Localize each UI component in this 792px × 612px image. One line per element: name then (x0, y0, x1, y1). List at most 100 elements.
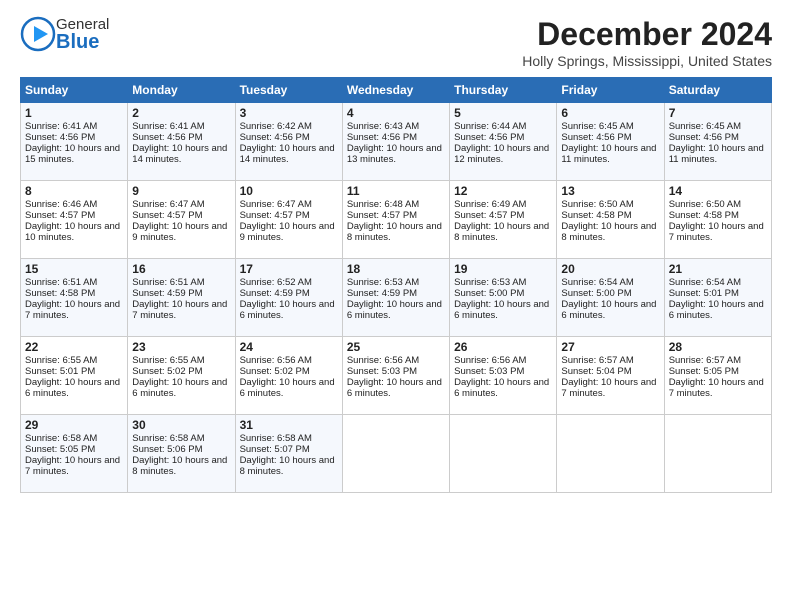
header: General Blue December 2024 Holly Springs… (20, 16, 772, 69)
logo-blue-text: Blue (56, 32, 109, 52)
col-friday: Friday (557, 78, 664, 103)
calendar-cell: 12Sunrise: 6:49 AMSunset: 4:57 PMDayligh… (450, 181, 557, 259)
calendar-cell: 23Sunrise: 6:55 AMSunset: 5:02 PMDayligh… (128, 337, 235, 415)
sunset: Sunset: 4:56 PM (454, 132, 524, 143)
sunrise: Sunrise: 6:47 AM (240, 199, 312, 210)
day-number: 28 (669, 340, 767, 354)
daylight: Daylight: 10 hours and 6 minutes. (132, 377, 227, 399)
day-number: 29 (25, 418, 123, 432)
day-number: 23 (132, 340, 230, 354)
day-number: 20 (561, 262, 659, 276)
sunrise: Sunrise: 6:48 AM (347, 199, 419, 210)
sunrise: Sunrise: 6:51 AM (132, 277, 204, 288)
sunset: Sunset: 5:04 PM (561, 366, 631, 377)
sunset: Sunset: 4:56 PM (347, 132, 417, 143)
day-number: 5 (454, 106, 552, 120)
sunrise: Sunrise: 6:56 AM (240, 355, 312, 366)
page-container: General Blue December 2024 Holly Springs… (0, 0, 792, 503)
col-tuesday: Tuesday (235, 78, 342, 103)
daylight: Daylight: 10 hours and 8 minutes. (347, 221, 442, 243)
daylight: Daylight: 10 hours and 8 minutes. (132, 455, 227, 477)
calendar-cell: 18Sunrise: 6:53 AMSunset: 4:59 PMDayligh… (342, 259, 449, 337)
sunset: Sunset: 5:01 PM (669, 288, 739, 299)
sunrise: Sunrise: 6:58 AM (132, 433, 204, 444)
day-number: 3 (240, 106, 338, 120)
col-wednesday: Wednesday (342, 78, 449, 103)
calendar-cell: 27Sunrise: 6:57 AMSunset: 5:04 PMDayligh… (557, 337, 664, 415)
sunset: Sunset: 5:06 PM (132, 444, 202, 455)
sunset: Sunset: 4:56 PM (669, 132, 739, 143)
sunrise: Sunrise: 6:57 AM (561, 355, 633, 366)
daylight: Daylight: 10 hours and 6 minutes. (240, 299, 335, 321)
day-number: 30 (132, 418, 230, 432)
daylight: Daylight: 10 hours and 11 minutes. (561, 143, 656, 165)
calendar-week-row: 1Sunrise: 6:41 AMSunset: 4:56 PMDaylight… (21, 103, 772, 181)
sunrise: Sunrise: 6:53 AM (347, 277, 419, 288)
sunrise: Sunrise: 6:46 AM (25, 199, 97, 210)
calendar-cell: 20Sunrise: 6:54 AMSunset: 5:00 PMDayligh… (557, 259, 664, 337)
day-number: 15 (25, 262, 123, 276)
calendar-cell (664, 415, 771, 493)
sunrise: Sunrise: 6:43 AM (347, 121, 419, 132)
calendar-cell: 15Sunrise: 6:51 AMSunset: 4:58 PMDayligh… (21, 259, 128, 337)
day-number: 14 (669, 184, 767, 198)
sunset: Sunset: 4:58 PM (669, 210, 739, 221)
calendar-week-row: 8Sunrise: 6:46 AMSunset: 4:57 PMDaylight… (21, 181, 772, 259)
calendar-cell: 1Sunrise: 6:41 AMSunset: 4:56 PMDaylight… (21, 103, 128, 181)
calendar-cell: 14Sunrise: 6:50 AMSunset: 4:58 PMDayligh… (664, 181, 771, 259)
calendar-cell: 8Sunrise: 6:46 AMSunset: 4:57 PMDaylight… (21, 181, 128, 259)
daylight: Daylight: 10 hours and 6 minutes. (454, 377, 549, 399)
sunset: Sunset: 4:57 PM (240, 210, 310, 221)
sunrise: Sunrise: 6:41 AM (25, 121, 97, 132)
calendar-cell: 30Sunrise: 6:58 AMSunset: 5:06 PMDayligh… (128, 415, 235, 493)
calendar-cell: 17Sunrise: 6:52 AMSunset: 4:59 PMDayligh… (235, 259, 342, 337)
calendar-body: 1Sunrise: 6:41 AMSunset: 4:56 PMDaylight… (21, 103, 772, 493)
sunset: Sunset: 5:01 PM (25, 366, 95, 377)
sunset: Sunset: 5:07 PM (240, 444, 310, 455)
daylight: Daylight: 10 hours and 7 minutes. (132, 299, 227, 321)
daylight: Daylight: 10 hours and 10 minutes. (25, 221, 120, 243)
daylight: Daylight: 10 hours and 8 minutes. (240, 455, 335, 477)
calendar-week-row: 15Sunrise: 6:51 AMSunset: 4:58 PMDayligh… (21, 259, 772, 337)
daylight: Daylight: 10 hours and 7 minutes. (669, 221, 764, 243)
daylight: Daylight: 10 hours and 6 minutes. (25, 377, 120, 399)
calendar-week-row: 22Sunrise: 6:55 AMSunset: 5:01 PMDayligh… (21, 337, 772, 415)
calendar-cell: 9Sunrise: 6:47 AMSunset: 4:57 PMDaylight… (128, 181, 235, 259)
daylight: Daylight: 10 hours and 8 minutes. (561, 221, 656, 243)
day-number: 19 (454, 262, 552, 276)
calendar-cell: 7Sunrise: 6:45 AMSunset: 4:56 PMDaylight… (664, 103, 771, 181)
day-number: 9 (132, 184, 230, 198)
day-number: 4 (347, 106, 445, 120)
calendar-cell: 4Sunrise: 6:43 AMSunset: 4:56 PMDaylight… (342, 103, 449, 181)
calendar-cell: 19Sunrise: 6:53 AMSunset: 5:00 PMDayligh… (450, 259, 557, 337)
daylight: Daylight: 10 hours and 7 minutes. (25, 455, 120, 477)
calendar-cell: 3Sunrise: 6:42 AMSunset: 4:56 PMDaylight… (235, 103, 342, 181)
calendar-cell: 10Sunrise: 6:47 AMSunset: 4:57 PMDayligh… (235, 181, 342, 259)
daylight: Daylight: 10 hours and 15 minutes. (25, 143, 120, 165)
daylight: Daylight: 10 hours and 6 minutes. (561, 299, 656, 321)
daylight: Daylight: 10 hours and 12 minutes. (454, 143, 549, 165)
day-number: 8 (25, 184, 123, 198)
day-number: 7 (669, 106, 767, 120)
daylight: Daylight: 10 hours and 6 minutes. (347, 299, 442, 321)
daylight: Daylight: 10 hours and 7 minutes. (25, 299, 120, 321)
logo-name: General Blue (56, 17, 109, 52)
day-number: 17 (240, 262, 338, 276)
sunrise: Sunrise: 6:52 AM (240, 277, 312, 288)
calendar-cell: 2Sunrise: 6:41 AMSunset: 4:56 PMDaylight… (128, 103, 235, 181)
sunrise: Sunrise: 6:41 AM (132, 121, 204, 132)
sunset: Sunset: 4:58 PM (561, 210, 631, 221)
daylight: Daylight: 10 hours and 6 minutes. (454, 299, 549, 321)
day-number: 25 (347, 340, 445, 354)
sunrise: Sunrise: 6:55 AM (25, 355, 97, 366)
calendar-week-row: 29Sunrise: 6:58 AMSunset: 5:05 PMDayligh… (21, 415, 772, 493)
day-number: 13 (561, 184, 659, 198)
daylight: Daylight: 10 hours and 8 minutes. (454, 221, 549, 243)
sunset: Sunset: 4:57 PM (132, 210, 202, 221)
calendar-cell: 31Sunrise: 6:58 AMSunset: 5:07 PMDayligh… (235, 415, 342, 493)
sunrise: Sunrise: 6:44 AM (454, 121, 526, 132)
sunrise: Sunrise: 6:56 AM (347, 355, 419, 366)
calendar-cell: 13Sunrise: 6:50 AMSunset: 4:58 PMDayligh… (557, 181, 664, 259)
sunset: Sunset: 4:57 PM (454, 210, 524, 221)
day-number: 12 (454, 184, 552, 198)
